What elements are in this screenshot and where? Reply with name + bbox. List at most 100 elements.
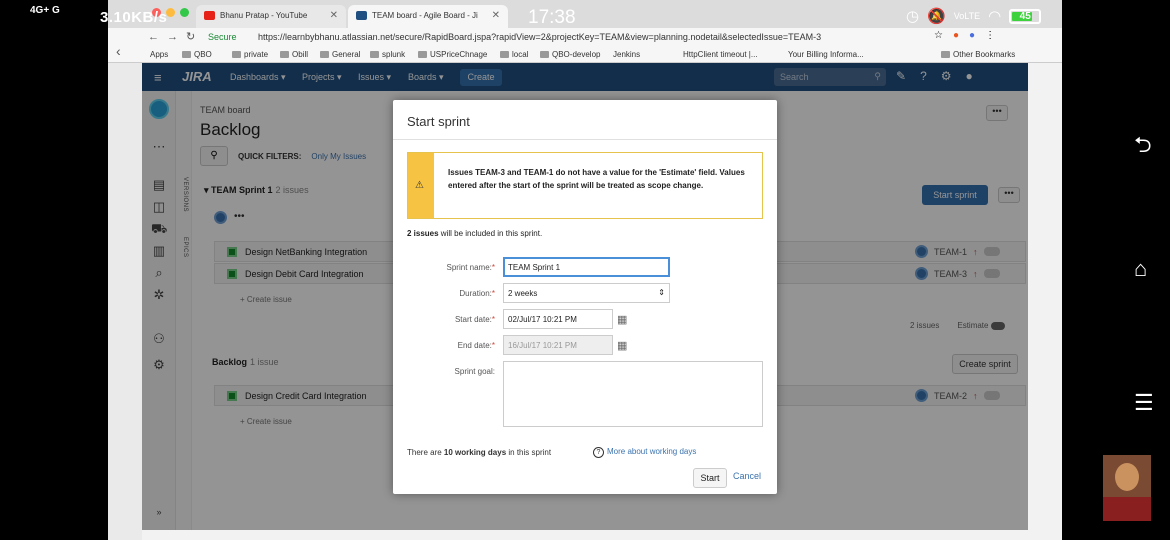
- search-icon: ⚲: [874, 71, 881, 81]
- bookmark-item[interactable]: Obill: [280, 50, 308, 59]
- sprint-goal-textarea[interactable]: [503, 361, 763, 427]
- bookmark-item[interactable]: General: [320, 50, 360, 59]
- project-avatar[interactable]: [149, 99, 169, 119]
- nav-projects[interactable]: Projects ▾: [302, 72, 342, 83]
- backlog-icon[interactable]: ▤: [151, 177, 167, 193]
- menu-icon[interactable]: ⋮: [985, 30, 995, 41]
- start-date-input[interactable]: 02/Jul/17 10:21 PM: [503, 309, 613, 329]
- close-icon[interactable]: ✕: [330, 10, 338, 21]
- sprint-name-input[interactable]: TEAM Sprint 1: [503, 257, 670, 277]
- bookmark-item[interactable]: Your Billing Informa...: [788, 50, 864, 59]
- bookmark-other[interactable]: Other Bookmarks: [941, 50, 1015, 59]
- story-icon: [227, 247, 237, 257]
- sprint-footer-count: 2 issues: [910, 321, 940, 330]
- bookmark-item[interactable]: QBO-develop: [540, 50, 600, 59]
- search-placeholder: Search: [780, 72, 809, 82]
- start-button[interactable]: Start: [693, 468, 727, 488]
- avatar: [915, 389, 928, 402]
- tab-label: TEAM board - Agile Board - Ji: [372, 11, 478, 20]
- duration-select[interactable]: 2 weeks ⇕: [503, 283, 670, 303]
- url-text[interactable]: https://learnbybhanu.atlassian.net/secur…: [258, 32, 821, 42]
- bookmark-item[interactable]: splunk: [370, 50, 405, 59]
- epics-tab[interactable]: EPICS: [182, 237, 188, 258]
- bookmark-item[interactable]: QBO: [182, 50, 212, 59]
- releases-icon[interactable]: ⛟: [151, 221, 167, 237]
- nav-buttons[interactable]: ←→↻: [148, 30, 203, 43]
- issue-summary: Design Credit Card Integration: [245, 391, 367, 401]
- close-window-icon[interactable]: [152, 8, 161, 17]
- project-settings-icon[interactable]: ⚙: [151, 357, 167, 373]
- versions-tab[interactable]: VERSIONS: [182, 177, 188, 212]
- create-button[interactable]: Create: [460, 69, 502, 86]
- back-icon[interactable]: ‹: [116, 43, 121, 59]
- create-issue-link[interactable]: + Create issue: [240, 417, 292, 426]
- start-sprint-dialog: Start sprint ⚠ Issues TEAM-3 and TEAM-1 …: [393, 100, 777, 494]
- start-sprint-button[interactable]: Start sprint: [922, 185, 988, 205]
- sprint-header[interactable]: ▾ TEAM Sprint 12 issues: [204, 185, 309, 196]
- search-input[interactable]: Search ⚲: [774, 68, 886, 86]
- bookmark-item[interactable]: local: [500, 50, 528, 59]
- filter-only-my-issues[interactable]: Only My Issues: [311, 152, 366, 161]
- bookmark-item[interactable]: HttpClient timeout |...: [683, 50, 758, 59]
- home-nav-icon[interactable]: ⌂: [1134, 256, 1147, 282]
- window-controls: [152, 8, 189, 17]
- board-more-button[interactable]: •••: [986, 105, 1008, 121]
- app-switcher-icon[interactable]: ≡: [154, 70, 162, 85]
- backlog-header[interactable]: Backlog 1 issue: [212, 357, 279, 367]
- minimize-window-icon[interactable]: [166, 8, 175, 17]
- tab-youtube[interactable]: Bhanu Pratap - YouTube ✕: [196, 5, 346, 28]
- sprint-more-button[interactable]: •••: [998, 187, 1020, 203]
- create-sprint-button[interactable]: Create sprint: [952, 354, 1018, 374]
- nav-issues[interactable]: Issues ▾: [358, 72, 391, 83]
- star-icon[interactable]: ☆: [934, 30, 943, 41]
- tab-jira[interactable]: TEAM board - Agile Board - Ji ✕: [348, 5, 508, 28]
- breadcrumb[interactable]: TEAM board: [200, 105, 251, 115]
- bookmark-jenkins[interactable]: Jenkins: [613, 50, 640, 59]
- issue-summary: Design NetBanking Integration: [245, 247, 368, 257]
- collapse-icon[interactable]: »: [151, 507, 167, 523]
- address-bar[interactable]: Secure https://learnbybhanu.atlassian.ne…: [208, 29, 948, 45]
- tab-bar: Bhanu Pratap - YouTube ✕ TEAM board - Ag…: [108, 0, 1062, 28]
- more-icon[interactable]: ⋯: [151, 139, 167, 155]
- backlog-count: 1 issue: [250, 357, 279, 367]
- settings-icon[interactable]: ⚙: [941, 69, 952, 83]
- close-icon[interactable]: ✕: [492, 10, 500, 21]
- components-icon[interactable]: ✲: [151, 287, 167, 303]
- feedback-icon[interactable]: ✎: [896, 69, 906, 83]
- cancel-link[interactable]: Cancel: [733, 471, 761, 481]
- more-about-working-days-link[interactable]: ? More about working days: [593, 447, 696, 458]
- issue-key[interactable]: TEAM-3: [934, 269, 967, 279]
- more-icon[interactable]: •••: [234, 211, 245, 222]
- start-date-row: Start date:* 02/Jul/17 10:21 PM ▦: [393, 309, 777, 329]
- dialog-title: Start sprint: [393, 100, 777, 140]
- reports-icon[interactable]: ▥: [151, 243, 167, 259]
- bookmark-apps[interactable]: Apps: [150, 50, 168, 59]
- jira-logo[interactable]: JIRA: [182, 69, 212, 84]
- maximize-window-icon[interactable]: [180, 8, 189, 17]
- bookmark-item[interactable]: private: [232, 50, 268, 59]
- user-avatar-icon[interactable]: ●: [966, 69, 973, 83]
- issue-key[interactable]: TEAM-1: [934, 247, 967, 257]
- board-icon[interactable]: ◫: [151, 199, 167, 215]
- issue-key[interactable]: TEAM-2: [934, 391, 967, 401]
- jira-top-nav: ≡ JIRA Dashboards ▾ Projects ▾ Issues ▾ …: [142, 63, 1028, 91]
- back-nav-icon[interactable]: ⮌: [1134, 128, 1152, 166]
- add-people-icon[interactable]: ⚇: [151, 331, 167, 347]
- bookmark-item[interactable]: USPriceChnage: [418, 50, 487, 59]
- help-icon[interactable]: ?: [920, 69, 927, 83]
- avatar[interactable]: [214, 211, 227, 224]
- search-icon[interactable]: ⚲: [200, 146, 228, 166]
- create-issue-link[interactable]: + Create issue: [240, 295, 292, 304]
- nav-boards[interactable]: Boards ▾: [408, 72, 444, 83]
- extension-icon[interactable]: ●: [969, 30, 975, 41]
- issues-icon[interactable]: ⌕: [151, 265, 167, 281]
- extension-icon[interactable]: ●: [953, 30, 959, 41]
- story-icon: [227, 269, 237, 279]
- nav-dashboards[interactable]: Dashboards ▾: [230, 72, 286, 83]
- youtube-icon: [204, 11, 215, 20]
- calendar-icon[interactable]: ▦: [617, 313, 627, 326]
- recents-nav-icon[interactable]: ☰: [1134, 390, 1154, 416]
- issue-meta: TEAM-1 ↑: [915, 245, 1000, 258]
- sprint-footer: 2 issues Estimate: [910, 321, 1005, 330]
- warning-message: ⚠ Issues TEAM-3 and TEAM-1 do not have a…: [407, 152, 763, 219]
